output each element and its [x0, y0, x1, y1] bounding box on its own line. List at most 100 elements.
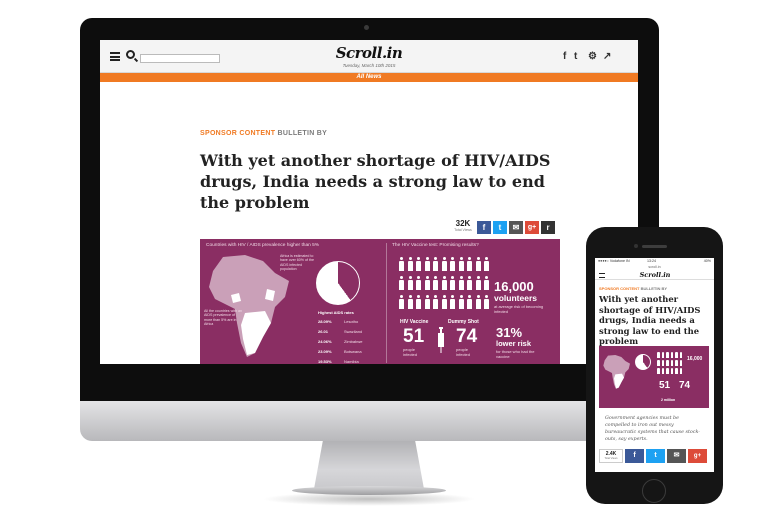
- person-icon: [441, 295, 448, 309]
- vaccine-label: HIV Vaccine: [400, 319, 429, 325]
- imac-chin: [80, 401, 659, 441]
- mobile-volunteers-number: 16,000: [687, 356, 703, 362]
- rate-value: 24.06%: [318, 339, 332, 344]
- facebook-share-button[interactable]: f: [477, 221, 491, 234]
- person-icon: [407, 276, 414, 290]
- mobile-header: Scroll.in: [595, 270, 714, 280]
- dummy-label: Dummy Shot: [448, 319, 479, 325]
- google-plus-share-button[interactable]: g+: [525, 221, 539, 234]
- mobile-share-count: 2.4K Total Views: [599, 449, 623, 463]
- header-date: Tuesday, March 10th 2015: [342, 63, 396, 68]
- infographic-right-header: The HIV Vaccine test: Promising results?: [392, 243, 479, 248]
- mobile-sponsor-line: SPONSOR CONTENT BULLETIN BY: [599, 286, 667, 291]
- person-icon: [466, 276, 473, 290]
- facebook-icon: f: [633, 452, 636, 459]
- settings-icon[interactable]: ⚙: [588, 51, 597, 62]
- person-icon: [679, 368, 682, 374]
- person-icon: [679, 352, 682, 358]
- rate-value: 19.53%: [318, 359, 332, 364]
- search-input[interactable]: [140, 54, 220, 63]
- countries-note: All the countries with an AIDS prevalenc…: [204, 309, 242, 327]
- iphone-home-button[interactable]: [642, 479, 666, 503]
- mobile-article-headline: With yet another shortage of HIV/AIDS dr…: [599, 294, 701, 347]
- person-icon: [449, 295, 456, 309]
- imac-stand-foot: [292, 486, 446, 495]
- person-icon: [466, 257, 473, 271]
- reddit-share-button[interactable]: r: [541, 221, 555, 234]
- iphone-speaker: [642, 245, 667, 248]
- section-tag-label: All News: [356, 74, 382, 80]
- mobile-status-bar: ●●●●○ Vodafone IN 13:24 40%: [595, 258, 714, 264]
- mobile-url[interactable]: scroll.in: [595, 265, 714, 269]
- facebook-icon[interactable]: f: [563, 51, 566, 62]
- share-count-value: 32K: [455, 219, 471, 228]
- rate-row: 28.09% Lesotho: [318, 319, 388, 324]
- volunteers-sub: at average risk of becoming infected: [494, 304, 544, 314]
- mobile-infographic: 16,000 51 74 2 million: [599, 346, 709, 408]
- twitter-icon[interactable]: t: [574, 51, 577, 62]
- person-icon: [441, 257, 448, 271]
- mobile-site-logo[interactable]: Scroll.in: [635, 271, 675, 279]
- rate-value: 23.09%: [318, 349, 332, 354]
- rate-row: 26.01 Swaziland: [318, 329, 388, 334]
- twitter-icon: t: [498, 223, 502, 232]
- person-icon: [458, 257, 465, 271]
- email-icon: ✉: [512, 223, 520, 232]
- site-logo[interactable]: Scroll.in: [329, 44, 409, 62]
- person-icon: [679, 360, 682, 366]
- person-icon: [657, 360, 660, 366]
- imac-stand-neck: [314, 441, 424, 489]
- rate-value: 28.09%: [318, 319, 332, 324]
- person-icon: [398, 295, 405, 309]
- person-icon: [449, 276, 456, 290]
- bulletin-label: BULLETIN BY: [277, 130, 328, 137]
- person-icon: [657, 368, 660, 374]
- person-icon: [666, 352, 669, 358]
- search-icon[interactable]: [126, 50, 135, 59]
- iphone-camera: [634, 244, 638, 248]
- person-icon: [675, 352, 678, 358]
- twitter-share-button[interactable]: t: [493, 221, 507, 234]
- person-icon: [432, 295, 439, 309]
- mobile-twitter-share-button[interactable]: t: [646, 449, 665, 463]
- trending-icon[interactable]: ↗: [603, 51, 611, 62]
- person-icon: [666, 368, 669, 374]
- dummy-sub: people infected: [456, 347, 471, 357]
- person-icon: [458, 276, 465, 290]
- section-tag-bar[interactable]: All News: [100, 73, 638, 82]
- mobile-excerpt: Government agencies must be compelled to…: [605, 416, 700, 442]
- facebook-icon: f: [482, 223, 486, 232]
- person-icon: [483, 257, 490, 271]
- person-icon: [483, 295, 490, 309]
- person-icon: [398, 276, 405, 290]
- rates-title: Highest AIDS rates: [318, 310, 354, 315]
- menu-icon[interactable]: [110, 52, 120, 61]
- email-share-button[interactable]: ✉: [509, 221, 523, 234]
- person-icon: [441, 276, 448, 290]
- person-icon: [407, 295, 414, 309]
- person-icon: [475, 257, 482, 271]
- reddit-icon: r: [546, 223, 550, 232]
- person-icon: [670, 352, 673, 358]
- mobile-google-plus-share-button[interactable]: g+: [688, 449, 707, 463]
- rate-country: Botswana: [344, 349, 362, 354]
- mobile-menu-icon[interactable]: [599, 273, 605, 278]
- mobile-email-share-button[interactable]: ✉: [667, 449, 686, 463]
- rate-country: Swaziland: [344, 329, 363, 334]
- person-icon: [475, 295, 482, 309]
- email-icon: ✉: [673, 452, 680, 459]
- dummy-number: 74: [456, 326, 478, 347]
- person-icon: [398, 257, 405, 271]
- person-icon: [661, 352, 664, 358]
- person-icon: [657, 352, 660, 358]
- rate-country: Namibia: [344, 359, 359, 364]
- person-icon: [415, 257, 422, 271]
- person-icon: [415, 295, 422, 309]
- mobile-africa-map: [603, 355, 630, 389]
- volunteers-label: volunteers: [494, 293, 537, 303]
- imac-camera: [364, 25, 369, 30]
- person-icon: [670, 368, 673, 374]
- mobile-facebook-share-button[interactable]: f: [625, 449, 644, 463]
- person-icon: [661, 368, 664, 374]
- person-icon: [424, 276, 431, 290]
